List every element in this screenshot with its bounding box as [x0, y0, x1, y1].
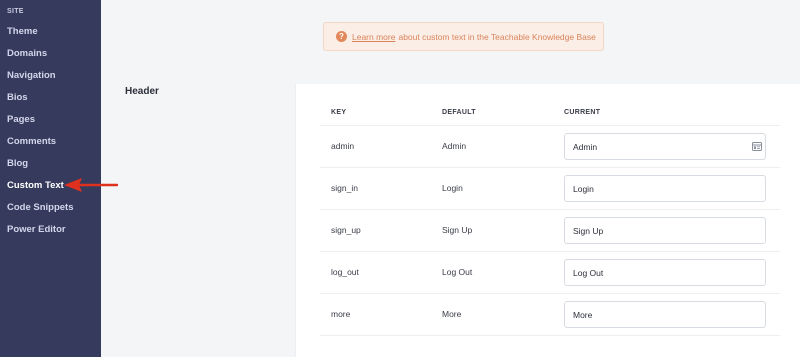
- custom-text-table-card: KEY DEFAULT CURRENT admin Admin sign_in …: [295, 84, 800, 357]
- sidebar-item-domains[interactable]: Domains: [7, 46, 47, 62]
- table-row: more More: [320, 293, 780, 335]
- sidebar-item-power-editor[interactable]: Power Editor: [7, 222, 66, 238]
- contact-card-icon: [752, 142, 762, 151]
- help-circle-icon: ?: [336, 31, 347, 42]
- main-content: ? Learn more about custom text in the Te…: [101, 0, 800, 357]
- cell-key: sign_up: [331, 225, 361, 235]
- sidebar-heading: SITE: [7, 8, 24, 15]
- column-header-default: DEFAULT: [442, 109, 476, 116]
- section-title-header: Header: [125, 86, 159, 97]
- table-row: sign_up Sign Up: [320, 209, 780, 251]
- table-row: log_out Log Out: [320, 251, 780, 293]
- learn-more-link[interactable]: Learn more: [352, 32, 395, 42]
- current-value-input-log-out[interactable]: [564, 259, 766, 286]
- info-banner: ? Learn more about custom text in the Te…: [323, 22, 604, 51]
- cell-key: more: [331, 309, 351, 319]
- current-value-input-sign-in[interactable]: [564, 175, 766, 202]
- column-header-current: CURRENT: [564, 109, 601, 116]
- cell-key: log_out: [331, 267, 359, 277]
- current-value-input-more[interactable]: [564, 301, 766, 328]
- cell-default: Admin: [442, 141, 467, 151]
- sidebar-item-theme[interactable]: Theme: [7, 24, 38, 40]
- table-row: admin Admin: [320, 125, 780, 167]
- cell-default: Login: [442, 183, 463, 193]
- column-header-key: KEY: [331, 109, 347, 116]
- cell-key: admin: [331, 141, 355, 151]
- table-divider: [320, 335, 780, 336]
- app-window: SITE Theme Domains Navigation Bios Pages…: [0, 0, 800, 357]
- sidebar-item-blog[interactable]: Blog: [7, 156, 28, 172]
- sidebar-item-bios[interactable]: Bios: [7, 90, 28, 106]
- cell-key: sign_in: [331, 183, 358, 193]
- banner-text: about custom text in the Teachable Knowl…: [398, 31, 596, 42]
- sidebar-item-pages[interactable]: Pages: [7, 112, 35, 128]
- current-value-input-sign-up[interactable]: [564, 217, 766, 244]
- sidebar-item-comments[interactable]: Comments: [7, 134, 56, 150]
- sidebar-item-navigation[interactable]: Navigation: [7, 68, 56, 84]
- cell-default: Log Out: [442, 267, 473, 277]
- table-row: sign_in Login: [320, 167, 780, 209]
- sidebar-item-code-snippets[interactable]: Code Snippets: [7, 200, 74, 216]
- cell-default: More: [442, 309, 462, 319]
- sidebar-item-custom-text[interactable]: Custom Text: [7, 178, 64, 194]
- current-value-input-admin[interactable]: [564, 133, 766, 160]
- cell-default: Sign Up: [442, 225, 473, 235]
